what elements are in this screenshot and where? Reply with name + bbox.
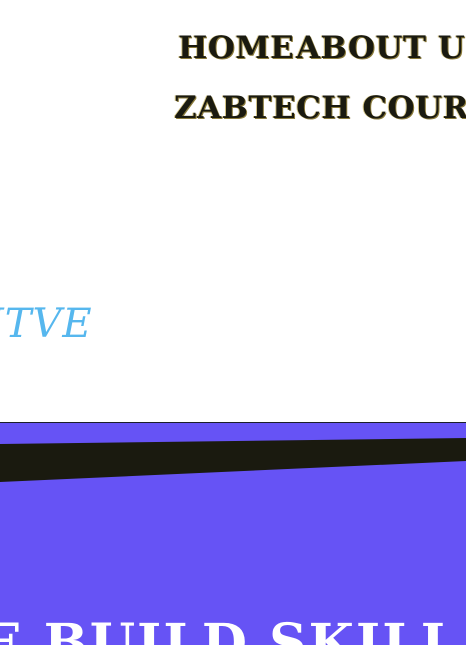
hero-banner: E BUILD SKILL: [0, 422, 466, 645]
nav-link-zabtech-courses[interactable]: ZABTECH COURSES: [174, 86, 466, 130]
hero-heading-fragment: ITVE: [0, 301, 93, 347]
dark-stripe-shape: [0, 438, 466, 482]
banner-headline: E BUILD SKILL: [0, 613, 460, 645]
banner-dark-stripe: [0, 438, 466, 482]
nav-link-about-us[interactable]: ABOUT US: [296, 26, 466, 70]
secondary-navigation: ZABTECH COURSES: [0, 86, 466, 130]
nav-link-home[interactable]: HOME: [178, 26, 294, 70]
top-navigation: HOME ABOUT US: [0, 26, 466, 70]
